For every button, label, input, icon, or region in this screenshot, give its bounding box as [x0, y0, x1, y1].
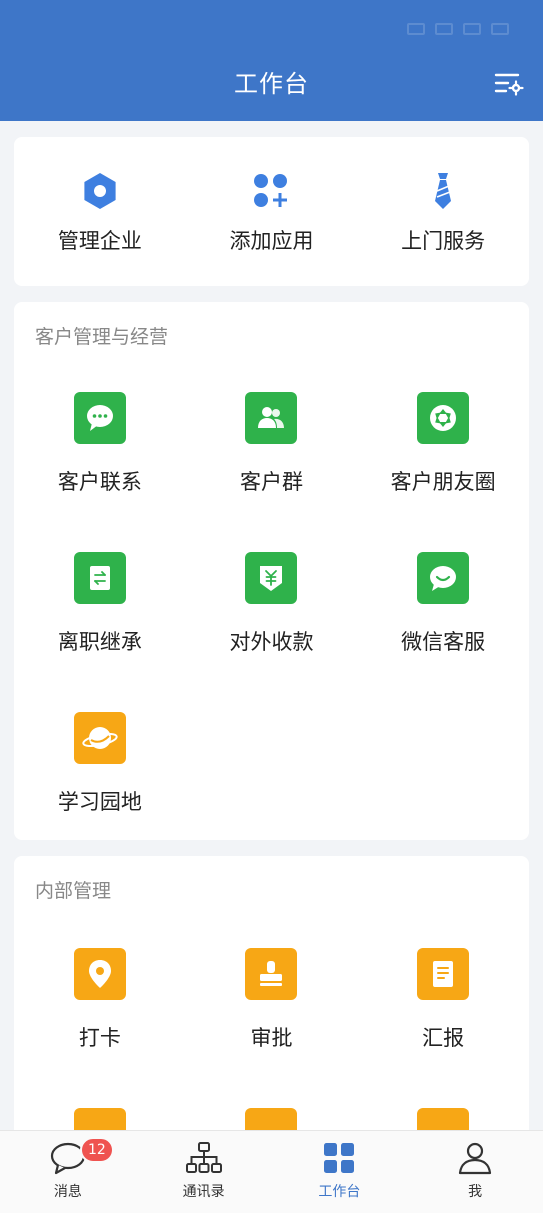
tab-contacts[interactable]: 通讯录 [136, 1131, 272, 1213]
org-chart-icon [185, 1142, 222, 1173]
hexagon-icon [84, 173, 116, 209]
report-icon [433, 961, 454, 987]
service-chat-icon [430, 566, 457, 591]
app-customer-group[interactable]: 客户群 [186, 392, 358, 552]
add-apps-icon [254, 174, 288, 207]
status-icons [407, 23, 509, 35]
status-icon [463, 23, 481, 35]
app-wechat-service[interactable]: 微信客服 [357, 552, 529, 712]
app-label: 学习园地 [57, 790, 142, 814]
quick-label: 上门服务 [401, 229, 486, 253]
app-customer-contact[interactable]: 客户联系 [14, 392, 186, 552]
unread-badge: 12 [80, 1137, 114, 1163]
app-learning-garden[interactable]: 学习园地 [14, 712, 186, 872]
app-label: 离职继承 [57, 630, 142, 654]
app-label: 客户群 [239, 470, 303, 494]
app-label: 汇报 [422, 1026, 465, 1050]
app-check-in[interactable]: 打卡 [14, 948, 186, 1108]
tab-label: 消息 [53, 1184, 82, 1200]
workbench-settings-button[interactable] [491, 66, 527, 102]
aperture-icon [430, 405, 457, 431]
app-label: 客户朋友圈 [390, 470, 496, 494]
tab-label: 工作台 [318, 1184, 361, 1200]
battery-icon [491, 23, 509, 35]
tab-label: 通讯录 [182, 1184, 225, 1200]
quick-label: 添加应用 [229, 229, 314, 253]
section-title: 客户管理与经营 [35, 326, 169, 348]
app-label: 客户联系 [57, 470, 142, 494]
bottom-tab-bar: 12 消息 通讯录 工作台 我 [0, 1130, 543, 1213]
app-label: 对外收款 [229, 630, 314, 654]
group-icon [258, 407, 285, 428]
status-icon [407, 23, 425, 35]
page-title: 工作台 [234, 70, 309, 98]
app-approval[interactable]: 审批 [186, 948, 358, 1108]
quick-actions-card: 管理企业 添加应用 上门服务 [14, 137, 529, 286]
app-resignation-inherit[interactable]: 离职继承 [14, 552, 186, 712]
transfer-icon [89, 566, 110, 590]
section-title: 内部管理 [35, 880, 112, 902]
yuan-icon [260, 566, 283, 591]
add-application-button[interactable]: 添加应用 [186, 137, 358, 286]
app-label: 微信客服 [401, 630, 486, 654]
onsite-service-button[interactable]: 上门服务 [357, 137, 529, 286]
person-icon [459, 1142, 492, 1175]
list-settings-icon [494, 73, 524, 96]
grid-icon [324, 1143, 355, 1173]
app-customer-moments[interactable]: 客户朋友圈 [357, 392, 529, 552]
app-external-payment[interactable]: 对外收款 [186, 552, 358, 712]
necktie-icon [435, 173, 452, 209]
quick-label: 管理企业 [57, 229, 142, 253]
tab-messages[interactable]: 12 消息 [0, 1131, 136, 1213]
chat-bubble-icon [86, 405, 113, 431]
location-pin-icon [88, 960, 111, 988]
app-report[interactable]: 汇报 [357, 948, 529, 1108]
app-header: 工作台 [0, 0, 543, 121]
status-bar [0, 0, 543, 58]
app-label: 审批 [250, 1026, 293, 1050]
customer-management-section: 客户管理与经营 客户联系 客户群 客户朋友圈 离职继承 对外收款 微信客服 学习… [14, 302, 529, 840]
tab-label: 我 [468, 1184, 483, 1200]
app-label: 打卡 [78, 1026, 121, 1050]
stamp-icon [260, 961, 283, 986]
status-icon [435, 23, 453, 35]
tab-workbench[interactable]: 工作台 [272, 1131, 408, 1213]
tab-me[interactable]: 我 [407, 1131, 543, 1213]
planet-icon [82, 727, 118, 749]
manage-enterprise-button[interactable]: 管理企业 [14, 137, 186, 286]
